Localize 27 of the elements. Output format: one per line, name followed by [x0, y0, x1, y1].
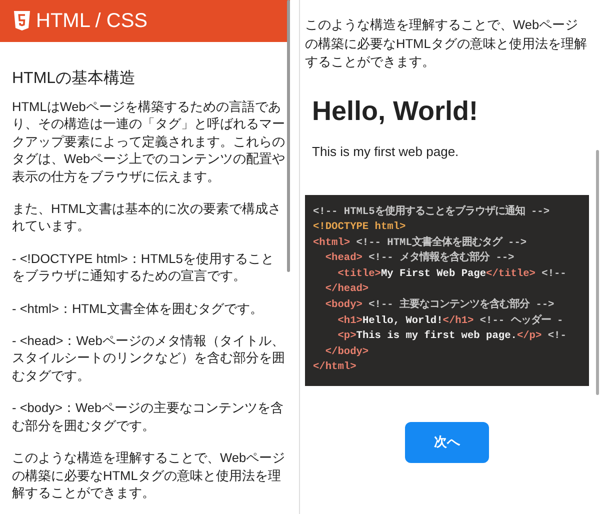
paragraph: - <body>：Webページの主要なコンテンツを含む部分を囲むタグです。	[12, 399, 285, 434]
code-line: </head>	[324, 282, 369, 298]
code-line: <title>My First Web Page</title> <!--	[336, 266, 566, 282]
code-line: </body>	[324, 344, 369, 360]
preview-text: This is my first web page.	[312, 144, 460, 158]
code-line: <html> <!-- HTML文書全体を囲むタグ -->	[313, 236, 527, 251]
code-line: <head> <!-- メタ情報を含む部分 -->	[324, 251, 514, 266]
code-line: <!-- HTML5を使用することをブラウザに通知 -->	[313, 204, 550, 220]
code-line: <body> <!-- 主要なコンテンツを含む部分 -->	[324, 298, 554, 314]
paragraph: - <!DOCTYPE html>：HTML5を使用することをブラウザに通知するための宣言です。	[12, 250, 275, 285]
code-line: <h1>Hello, World!</h1> <!-- ヘッダー -	[336, 314, 564, 329]
section-heading: HTMLの基本構造	[12, 68, 137, 89]
code-line: <p>This is my first web page.</p> <!-	[336, 329, 566, 344]
paragraph: また、HTML文書は基本的に次の要素で構成されています。	[12, 200, 282, 235]
paragraph: - <html>：HTML文書全体を囲むタグです。	[12, 300, 264, 318]
app-title: HTML / CSS	[36, 11, 148, 31]
scrollbar[interactable]	[287, 0, 290, 272]
paragraph: このような構造を理解することで、Webページの構築に必要なHTMLタグの意味と使用法を理解することができます。	[305, 16, 588, 71]
code-line: <!DOCTYPE html>	[313, 220, 406, 236]
code-line: </html>	[313, 360, 356, 376]
preview-heading: Hello, World!	[312, 96, 479, 126]
paragraph: - <head>：Webページのメタ情報（タイトル、スタイルシートのリンクなど）を含む部分を囲むタグです。	[12, 332, 286, 384]
scrollbar[interactable]	[596, 150, 599, 395]
paragraph: HTMLはWebページを構築するための言語であり、その構造は一連の「タグ」と呼ばれるマークアップ要素によって定義されます。これらのタグは、Webページ上でのコンテンツの配置や表示の仕方をブラウザに伝えます。	[12, 98, 286, 186]
next-button[interactable]: 次へ	[405, 422, 489, 462]
paragraph: このような構造を理解することで、Webページの構築に必要なHTMLタグの意味と使用法を理解することができます。	[12, 449, 286, 502]
shield-icon	[14, 11, 30, 31]
